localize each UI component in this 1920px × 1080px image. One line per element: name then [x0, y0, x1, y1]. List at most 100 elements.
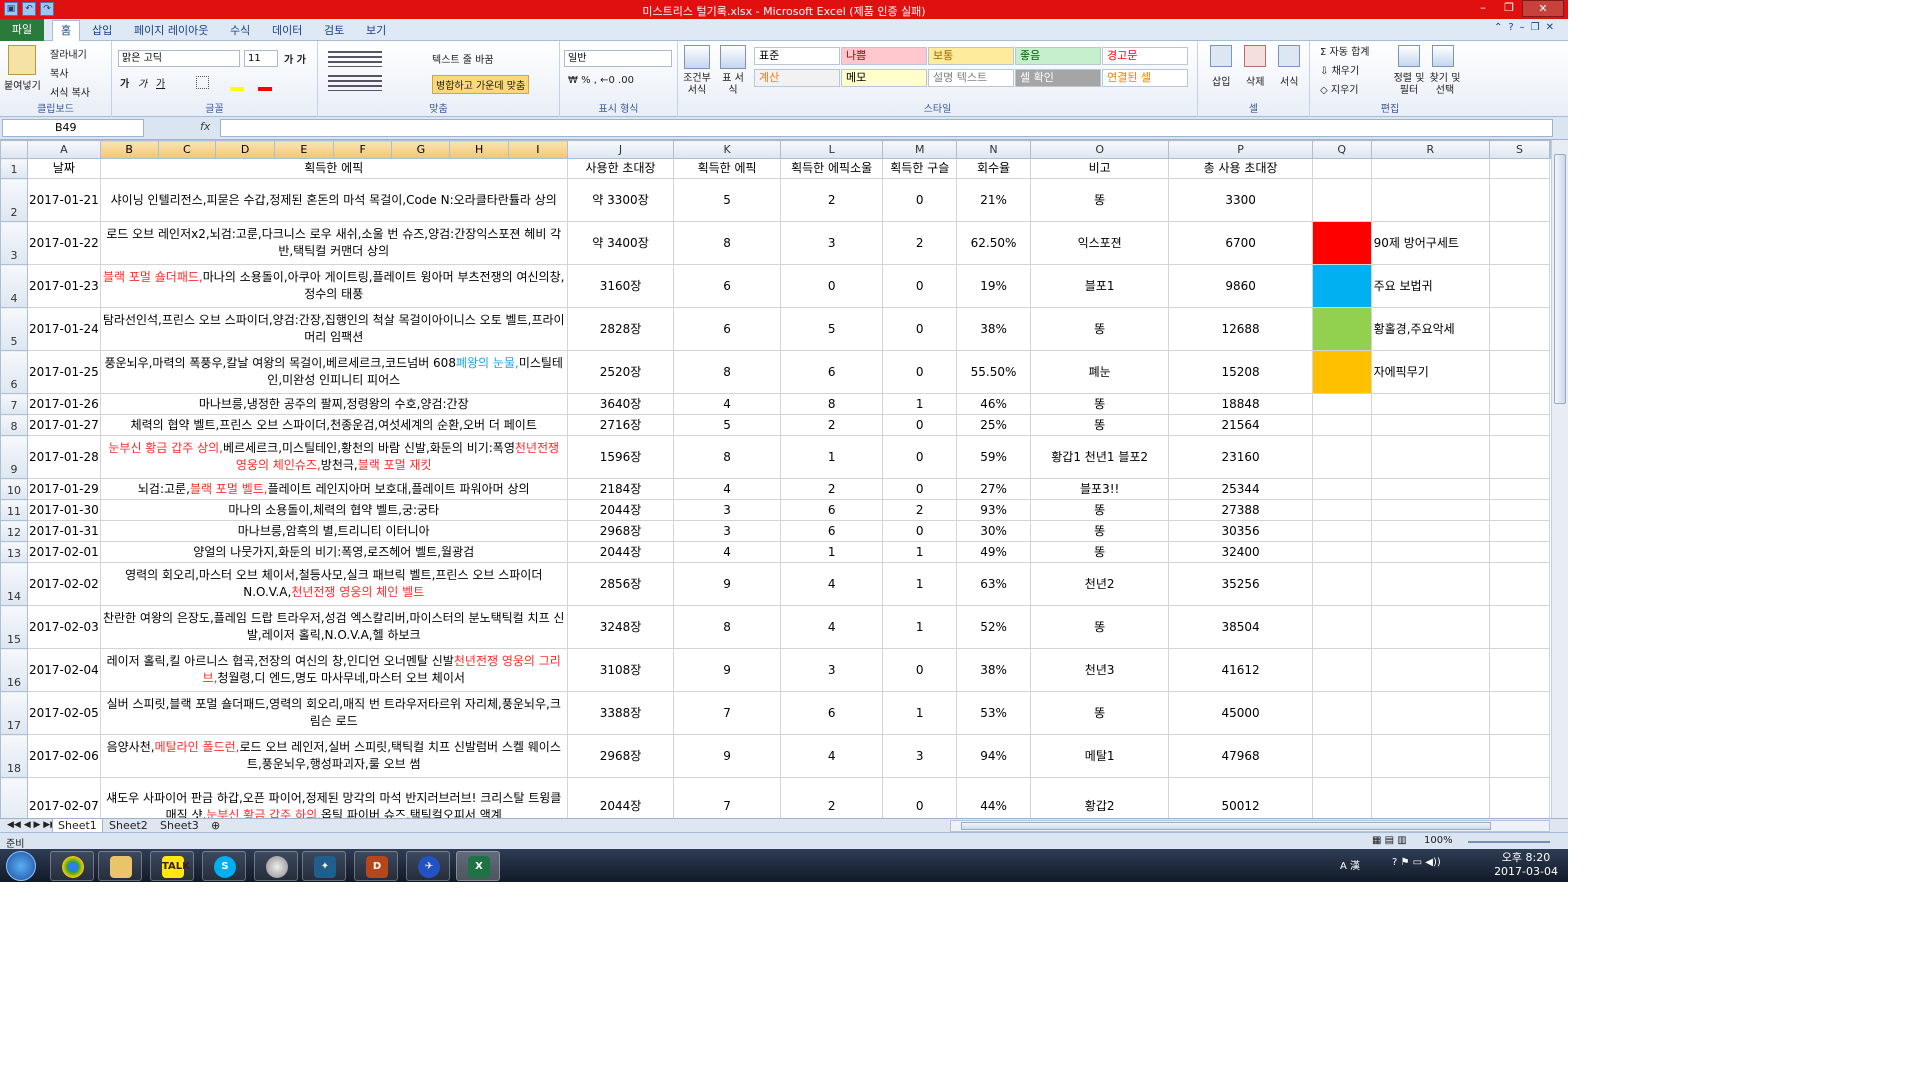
autosum-button[interactable]: Σ 자동 합계 [1320, 43, 1369, 58]
cell-used[interactable]: 2044장 [566, 777, 675, 818]
legend-swatch[interactable] [1311, 541, 1372, 563]
legend-label[interactable]: 주요 보법귀 [1370, 264, 1491, 308]
cell-date[interactable]: 2017-01-21 [26, 178, 101, 222]
row-header[interactable]: 4 [0, 264, 28, 308]
cell-loot[interactable]: 뇌검:고룬,블랙 포멀 벨트,플레이트 레인지아머 보호대,플레이트 파워아머 … [99, 478, 568, 500]
legend-label[interactable] [1370, 605, 1491, 649]
taskbar-game-launcher[interactable]: ✦ [302, 851, 346, 881]
cell-soul[interactable]: 6 [779, 499, 884, 521]
merge-center-button[interactable]: 병합하고 가운데 맞춤 [432, 75, 530, 94]
legend-label[interactable] [1370, 562, 1491, 606]
cell-s[interactable] [1489, 691, 1550, 735]
cell-bead[interactable]: 1 [882, 691, 958, 735]
cell-soul[interactable]: 6 [779, 691, 884, 735]
cell-date[interactable]: 2017-01-26 [26, 393, 101, 415]
cell-bead[interactable]: 1 [882, 393, 958, 415]
legend-swatch[interactable] [1311, 307, 1372, 351]
border-icon[interactable] [196, 76, 209, 89]
cell-bead[interactable]: 1 [882, 541, 958, 563]
cell-note[interactable]: 똥 [1029, 691, 1170, 735]
cell-soul[interactable]: 6 [779, 350, 884, 394]
legend-swatch[interactable] [1311, 499, 1372, 521]
fx-icon[interactable]: fx [200, 120, 210, 133]
cell-used[interactable]: 3640장 [566, 393, 675, 415]
insert-cells-button[interactable]: 삽입 [1212, 73, 1230, 88]
table-format-icon[interactable] [720, 45, 746, 69]
column-header-m[interactable]: M [882, 140, 958, 159]
cell-note[interactable]: 똥 [1029, 414, 1170, 436]
legend-label[interactable] [1370, 691, 1491, 735]
cell-epic[interactable]: 8 [673, 435, 781, 479]
cell-date[interactable]: 2017-01-24 [26, 307, 101, 351]
cell-header-total[interactable]: 총 사용 초대장 [1168, 158, 1313, 179]
cell-s1[interactable] [1489, 158, 1550, 179]
column-header-p[interactable]: P [1168, 140, 1313, 159]
row-header[interactable]: 8 [0, 414, 28, 436]
maximize-button[interactable]: ❐ [1496, 0, 1522, 17]
legend-swatch[interactable] [1311, 350, 1372, 394]
cell-soul[interactable]: 6 [779, 520, 884, 542]
cell-total[interactable]: 38504 [1168, 605, 1313, 649]
cell-loot[interactable]: 로드 오브 레인저x2,뇌검:고룬,다크니스 로우 새쉬,소울 번 슈즈,양검:… [99, 221, 568, 265]
wrap-text-button[interactable]: 텍스트 줄 바꿈 [432, 51, 494, 66]
column-header-o[interactable]: O [1029, 140, 1170, 159]
cell-note[interactable]: 익스포젼 [1029, 221, 1170, 265]
cell-soul[interactable]: 5 [779, 307, 884, 351]
cell-soul[interactable]: 1 [779, 435, 884, 479]
cell-epic[interactable]: 9 [673, 734, 781, 778]
row-header[interactable]: 6 [0, 350, 28, 394]
cell-soul[interactable]: 8 [779, 393, 884, 415]
legend-label[interactable] [1370, 499, 1491, 521]
formula-input[interactable] [220, 119, 1553, 137]
cell-note[interactable]: 천년2 [1029, 562, 1170, 606]
cell-used[interactable]: 2968장 [566, 520, 675, 542]
vertical-scrollbar[interactable] [1551, 140, 1568, 818]
cell-used[interactable]: 2044장 [566, 541, 675, 563]
legend-label[interactable] [1370, 414, 1491, 436]
cell-bead[interactable]: 2 [882, 499, 958, 521]
vertical-scroll-thumb[interactable] [1554, 154, 1566, 404]
sort-filter-icon[interactable] [1398, 45, 1420, 67]
cell-total[interactable]: 45000 [1168, 691, 1313, 735]
cell-used[interactable]: 2968장 [566, 734, 675, 778]
legend-swatch[interactable] [1311, 393, 1372, 415]
cell-soul[interactable]: 2 [779, 178, 884, 222]
cell-rate[interactable]: 53% [956, 691, 1031, 735]
cell-header-note[interactable]: 비고 [1029, 158, 1170, 179]
cell-date[interactable]: 2017-02-03 [26, 605, 101, 649]
cell-total[interactable]: 21564 [1168, 414, 1313, 436]
cell-total[interactable]: 25344 [1168, 478, 1313, 500]
conditional-format-button[interactable]: 조건부 서식 [680, 73, 714, 97]
cell-rate[interactable]: 30% [956, 520, 1031, 542]
cell-total[interactable]: 30356 [1168, 520, 1313, 542]
format-painter-button[interactable]: 서식 복사 [50, 84, 90, 99]
paste-icon[interactable] [8, 45, 36, 75]
cell-epic[interactable]: 6 [673, 264, 781, 308]
cell-rate[interactable]: 49% [956, 541, 1031, 563]
cell-s[interactable] [1489, 478, 1550, 500]
tab-file[interactable]: 파일 [0, 19, 44, 41]
cell-soul[interactable]: 3 [779, 221, 884, 265]
cell-s[interactable] [1489, 541, 1550, 563]
cell-s[interactable] [1489, 435, 1550, 479]
cell-s[interactable] [1489, 221, 1550, 265]
sheet-tab-1[interactable]: Sheet1 [52, 819, 103, 833]
cell-total[interactable]: 41612 [1168, 648, 1313, 692]
vertical-align-icon[interactable] [328, 51, 382, 67]
cell-note[interactable]: 블포3!! [1029, 478, 1170, 500]
cell-total[interactable]: 15208 [1168, 350, 1313, 394]
cell-s[interactable] [1489, 520, 1550, 542]
cell-used[interactable]: 3160장 [566, 264, 675, 308]
row-header[interactable]: 15 [0, 605, 28, 649]
cell-used[interactable]: 2716장 [566, 414, 675, 436]
cell-total[interactable]: 35256 [1168, 562, 1313, 606]
cell-header-used[interactable]: 사용한 초대장 [566, 158, 675, 179]
copy-button[interactable]: 복사 [50, 65, 68, 80]
tab-formulas[interactable]: 수식 [230, 22, 250, 38]
cell-header-date[interactable]: 날짜 [26, 158, 101, 179]
cell-header-rate[interactable]: 회수율 [956, 158, 1031, 179]
taskbar-browser[interactable]: ✈ [406, 851, 450, 881]
cell-epic[interactable]: 7 [673, 691, 781, 735]
sort-filter-button[interactable]: 정렬 및 필터 [1392, 73, 1426, 97]
cell-used[interactable]: 약 3300장 [566, 178, 675, 222]
